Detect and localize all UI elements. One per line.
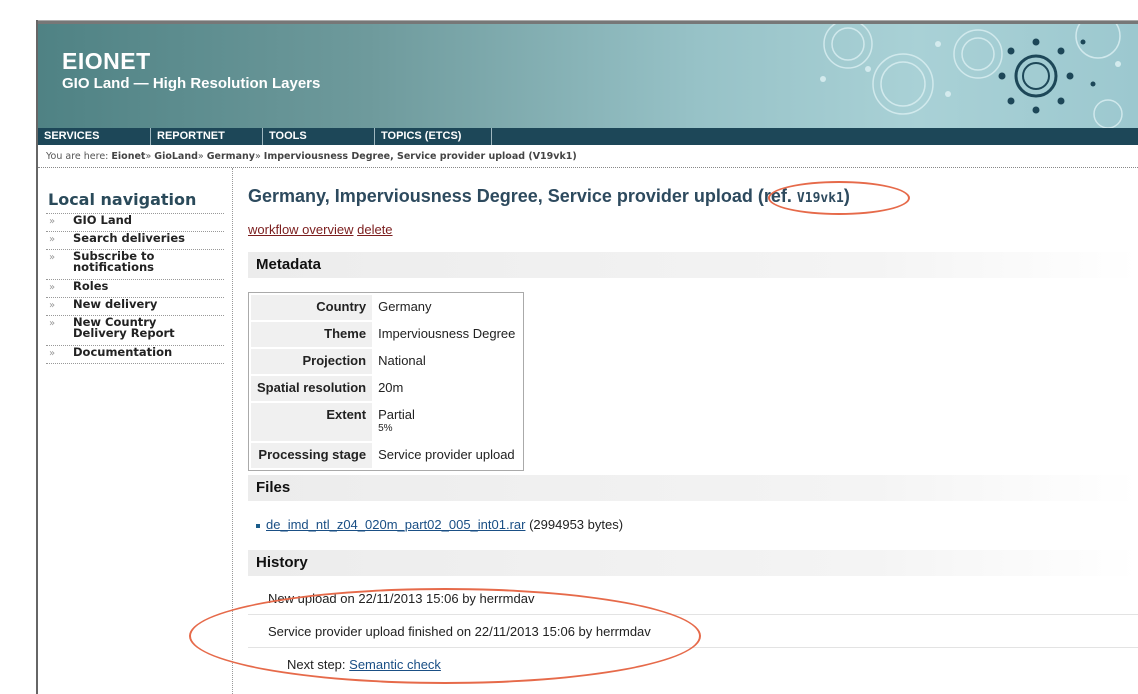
table-row: Country Germany (251, 295, 521, 320)
table-row: Processing stage Service provider upload (251, 443, 521, 468)
bullet-icon (256, 523, 260, 528)
next-step-label: Next step: (287, 657, 346, 672)
site-logo[interactable]: EIONET (62, 48, 151, 75)
sidebar: Local navigation » GIO Land » Search deliv… (38, 168, 233, 694)
metadata-label: Processing stage (251, 443, 373, 468)
ref-suffix: ) (843, 186, 850, 206)
sidebar-item-label[interactable]: Search deliveries (73, 231, 185, 245)
breadcrumb-prefix: You are here: (46, 151, 109, 162)
file-link[interactable]: de_imd_ntl_z04_020m_part02_005_int01.rar (266, 517, 525, 532)
decorative-circles-icon (820, 24, 1123, 128)
metadata-value: Germany (378, 299, 432, 314)
breadcrumb-separator: » (197, 151, 204, 162)
sidebar-item-label[interactable]: Roles (73, 279, 108, 293)
page-title: Germany, Imperviousness Degree, Service … (248, 186, 850, 207)
sidebar-item-search-deliveries[interactable]: » Search deliveries (46, 232, 224, 250)
files-heading: Files (248, 475, 1138, 501)
extent-percent: 5% (378, 423, 393, 434)
ref-prefix: (ref. (757, 186, 792, 206)
next-step-link[interactable]: Semantic check (349, 657, 441, 672)
sidebar-item-label[interactable]: New Country Delivery Report (73, 315, 175, 340)
breadcrumb-separator: » (145, 151, 152, 162)
metadata-value: 20m (378, 380, 404, 395)
sidebar-item-documentation[interactable]: » Documentation (46, 346, 224, 364)
menu-reportnet[interactable]: REPORTNET (150, 128, 260, 145)
chevron-right-icon: » (49, 252, 56, 263)
metadata-value: Service provider upload (378, 447, 515, 462)
chevron-right-icon: » (49, 348, 56, 359)
chevron-right-icon: » (49, 318, 56, 329)
delete-link[interactable]: delete (357, 222, 392, 237)
ref-code: V19vk1 (796, 191, 844, 206)
metadata-table: Country Germany Theme Imperviousness Degre… (248, 292, 525, 471)
sidebar-item-label[interactable]: GIO Land (73, 213, 132, 227)
metadata-label: Country (251, 295, 373, 320)
sidebar-item-gio-land[interactable]: » GIO Land (46, 214, 224, 232)
metadata-label: Extent (251, 403, 373, 441)
sidebar-nav-list: » GIO Land » Search deliveries » Subscribe … (46, 213, 224, 364)
sidebar-item-subscribe[interactable]: » Subscribe to notifications (46, 250, 224, 280)
site-subtitle: GIO Land — High Resolution Layers (62, 75, 321, 92)
metadata-heading: Metadata (248, 252, 1138, 278)
history-entry: New upload on 22/11/2013 15:06 by herrmd… (248, 582, 1138, 615)
sidebar-item-new-delivery[interactable]: » New delivery (46, 298, 224, 316)
menu-topics[interactable]: TOPICS (ETCS) (374, 128, 490, 145)
breadcrumb-item-germany[interactable]: Germany (207, 151, 255, 162)
table-row: Theme Imperviousness Degree (251, 322, 521, 347)
metadata-value: National (378, 353, 426, 368)
metadata-label: Projection (251, 349, 373, 374)
page-title-text: Germany, Imperviousness Degree, Service … (248, 186, 753, 206)
chevron-right-icon: » (49, 300, 56, 311)
history-entry: Service provider upload finished on 22/1… (248, 615, 1138, 648)
metadata-value: Partial 5% (374, 403, 521, 441)
metadata-value: Imperviousness Degree (378, 326, 516, 341)
table-row: Spatial resolution 20m (251, 376, 521, 401)
metadata-label: Theme (251, 322, 373, 347)
chevron-right-icon: » (49, 282, 56, 293)
file-size: (2994953 bytes) (529, 517, 624, 532)
metadata-label: Spatial resolution (251, 376, 373, 401)
next-step: Next step: Semantic check (248, 648, 1138, 681)
breadcrumb-item-current: Imperviousness Degree, Service provider … (263, 151, 577, 162)
action-links: workflow overview delete (248, 222, 393, 237)
file-list-item: de_imd_ntl_z04_020m_part02_005_int01.rar… (256, 517, 623, 532)
table-row: Extent Partial 5% (251, 403, 521, 441)
history-heading: History (248, 550, 1138, 576)
chevron-right-icon: » (49, 216, 56, 227)
breadcrumb-item-gioland[interactable]: GioLand (154, 151, 198, 162)
top-menu: SERVICES REPORTNET TOOLS TOPICS (ETCS) (38, 128, 1138, 145)
breadcrumb-item-eionet[interactable]: Eionet (111, 151, 145, 162)
table-row: Projection National (251, 349, 521, 374)
workflow-overview-link[interactable]: workflow overview (248, 222, 353, 237)
breadcrumb: You are here: Eionet» GioLand» Germany» … (38, 145, 1138, 168)
sidebar-item-new-country-delivery-report[interactable]: » New Country Delivery Report (46, 316, 224, 346)
site-header: EIONET GIO Land — High Resolution Layers (38, 24, 1138, 128)
extent-value: Partial (378, 407, 415, 422)
menu-tools[interactable]: TOOLS (262, 128, 372, 145)
menu-divider (491, 128, 498, 145)
sidebar-item-label[interactable]: New delivery (73, 297, 157, 311)
sidebar-item-roles[interactable]: » Roles (46, 280, 224, 298)
menu-services[interactable]: SERVICES (38, 128, 148, 145)
chevron-right-icon: » (49, 234, 56, 245)
sidebar-title: Local navigation (48, 190, 197, 209)
breadcrumb-separator: » (254, 151, 261, 162)
sidebar-item-label[interactable]: Documentation (73, 345, 172, 359)
sidebar-item-label[interactable]: Subscribe to notifications (73, 249, 154, 274)
